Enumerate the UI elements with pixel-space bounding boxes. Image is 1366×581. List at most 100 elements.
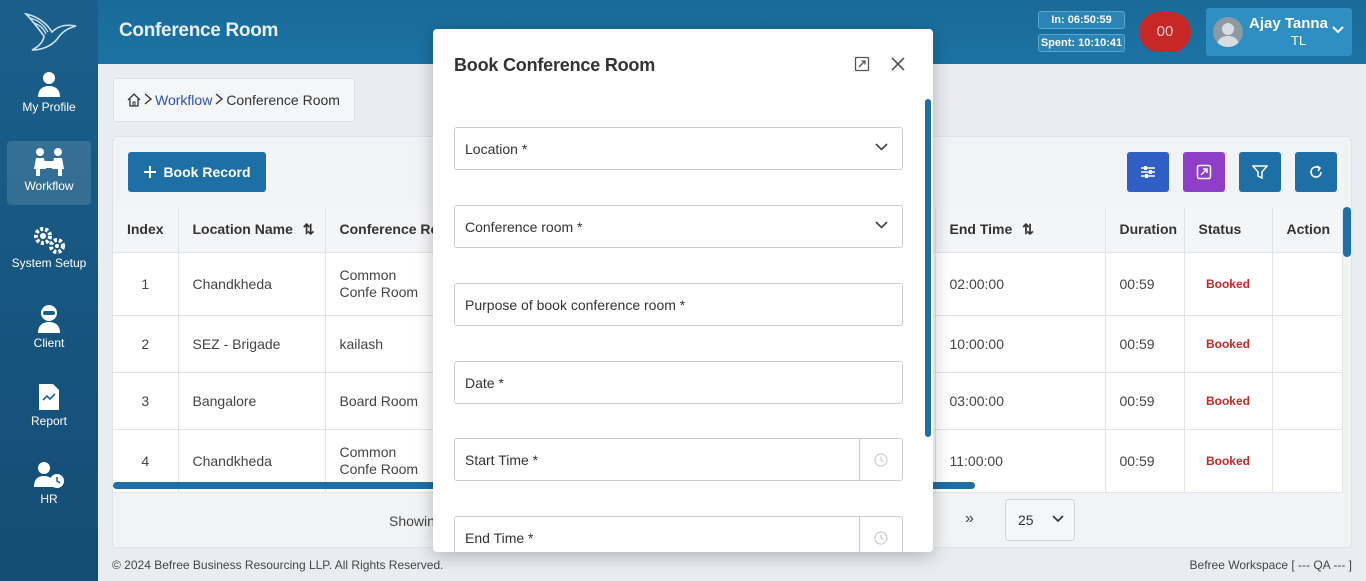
user-role: TL (1291, 33, 1307, 48)
sort-icon[interactable]: ⇅ (1022, 221, 1034, 237)
workflow-icon (34, 148, 64, 176)
sidebar-item-report[interactable]: Report (7, 376, 91, 440)
chevron-down-icon (875, 221, 888, 229)
column-settings-button[interactable] (1127, 152, 1169, 192)
status-badge: Booked (1184, 372, 1273, 430)
hr-icon (34, 462, 64, 488)
cell-index: 1 (113, 252, 179, 316)
export-icon (1196, 164, 1212, 180)
close-icon[interactable] (891, 57, 905, 71)
col-action: Action (1272, 207, 1343, 253)
cell-action[interactable] (1272, 315, 1343, 373)
user-icon (38, 72, 60, 97)
location-select[interactable]: Location * (454, 127, 903, 170)
notification-count-badge[interactable]: 00 (1139, 12, 1191, 52)
purpose-input[interactable]: Purpose of book conference room * (454, 283, 903, 326)
start-time-picker-button[interactable] (859, 439, 902, 480)
export-button[interactable] (1183, 152, 1225, 192)
table-vertical-scrollbar[interactable] (1343, 207, 1351, 257)
conference-room-select[interactable]: Conference room * (454, 205, 903, 248)
chevron-down-icon (875, 143, 888, 151)
col-duration: Duration (1105, 207, 1185, 253)
cell-duration: 00:59 (1105, 252, 1185, 316)
status-badge: Booked (1184, 252, 1273, 316)
cell-location: Bangalore (178, 372, 326, 430)
cell-duration: 00:59 (1105, 372, 1185, 430)
chevron-down-icon (1332, 26, 1344, 34)
book-record-button[interactable]: Book Record (128, 152, 266, 192)
cell-index: 2 (113, 315, 179, 373)
report-icon (39, 384, 59, 410)
book-conference-room-modal: Book Conference Room Location * Conferen… (433, 29, 933, 552)
cell-location: Chandkheda (178, 252, 326, 316)
modal-title: Book Conference Room (454, 55, 656, 75)
conference-room-label: Conference room * (465, 219, 583, 235)
sidebar-item-label: My Profile (22, 100, 76, 114)
book-record-label: Book Record (163, 164, 251, 180)
end-time-picker-button[interactable] (859, 517, 902, 552)
home-icon[interactable] (127, 93, 141, 107)
breadcrumb-separator (214, 92, 224, 108)
user-menu[interactable]: Ajay Tanna TL (1206, 8, 1352, 56)
breadcrumb-workflow-link[interactable]: Workflow (155, 92, 212, 108)
breadcrumb: Workflow Conference Room (113, 78, 355, 122)
sort-icon[interactable]: ⇅ (303, 221, 315, 237)
cell-action[interactable] (1272, 252, 1343, 316)
footer-copyright: © 2024 Befree Business Resourcing LLP. A… (112, 558, 444, 572)
purpose-label: Purpose of book conference room * (465, 297, 686, 313)
filter-button[interactable] (1239, 152, 1281, 192)
clock-icon (874, 452, 888, 467)
cell-end-time: 02:00:00 (935, 252, 1106, 316)
sliders-icon (1141, 166, 1155, 178)
cell-action[interactable] (1272, 429, 1343, 493)
sidebar-item-label: Report (30, 414, 68, 428)
sidebar-item-label: Workflow (24, 179, 74, 193)
sidebar-item-system-setup[interactable]: System Setup (7, 220, 91, 284)
sidebar-item-workflow[interactable]: Workflow (7, 141, 91, 205)
bird-logo-icon (23, 12, 77, 51)
sidebar-item-label: System Setup (11, 256, 87, 270)
cell-action[interactable] (1272, 372, 1343, 430)
client-icon (38, 305, 60, 333)
cell-duration: 00:59 (1105, 315, 1185, 373)
cell-room-text: Common Confe Room (339, 443, 419, 477)
chevron-down-icon (1052, 515, 1064, 523)
col-status: Status (1184, 207, 1273, 253)
cell-end-time: 10:00:00 (935, 315, 1106, 373)
breadcrumb-current: Conference Room (226, 92, 340, 108)
cell-room-text: Common Confe Room (339, 266, 419, 300)
col-location-name[interactable]: Location Name ⇅ (178, 207, 326, 253)
sidebar-item-hr[interactable]: HR (7, 454, 91, 518)
gears-icon (34, 227, 65, 254)
filter-icon (1252, 165, 1268, 180)
spent-time-badge: Spent: 10:10:41 (1038, 34, 1125, 52)
cell-location: SEZ - Brigade (178, 315, 326, 373)
date-input[interactable]: Date * (454, 361, 903, 404)
location-label: Location * (465, 141, 528, 157)
start-time-input[interactable]: Start Time * (454, 438, 903, 481)
sidebar-item-client[interactable]: Client (7, 298, 91, 362)
refresh-icon (1310, 165, 1322, 178)
date-label: Date * (465, 375, 504, 391)
cell-end-time: 03:00:00 (935, 372, 1106, 430)
status-badge: Booked (1184, 429, 1273, 493)
sidebar-item-label: HR (40, 492, 58, 506)
in-time-badge: In: 06:50:59 (1038, 11, 1125, 29)
avatar-person-icon (1217, 23, 1239, 47)
avatar (1213, 17, 1243, 47)
sidebar-item-label: Client (33, 336, 65, 350)
end-time-input[interactable]: End Time * (454, 516, 903, 552)
page-size-select[interactable]: 25 (1005, 499, 1075, 541)
page-title: Conference Room (119, 20, 279, 41)
sidebar: My Profile Workflow System Setup Client (0, 0, 98, 581)
user-name: Ajay Tanna (1249, 15, 1328, 32)
refresh-button[interactable] (1295, 152, 1337, 192)
sidebar-item-my-profile[interactable]: My Profile (7, 64, 91, 128)
expand-icon[interactable] (854, 56, 870, 72)
cell-duration: 00:59 (1105, 429, 1185, 493)
footer-workspace: Befree Workspace [ --- QA --- ] (1189, 558, 1352, 572)
modal-scrollbar[interactable] (925, 99, 931, 437)
pager-next-button[interactable]: » (965, 510, 974, 528)
col-end-time[interactable]: End Time ⇅ (935, 207, 1106, 253)
status-badge: Booked (1184, 315, 1273, 373)
